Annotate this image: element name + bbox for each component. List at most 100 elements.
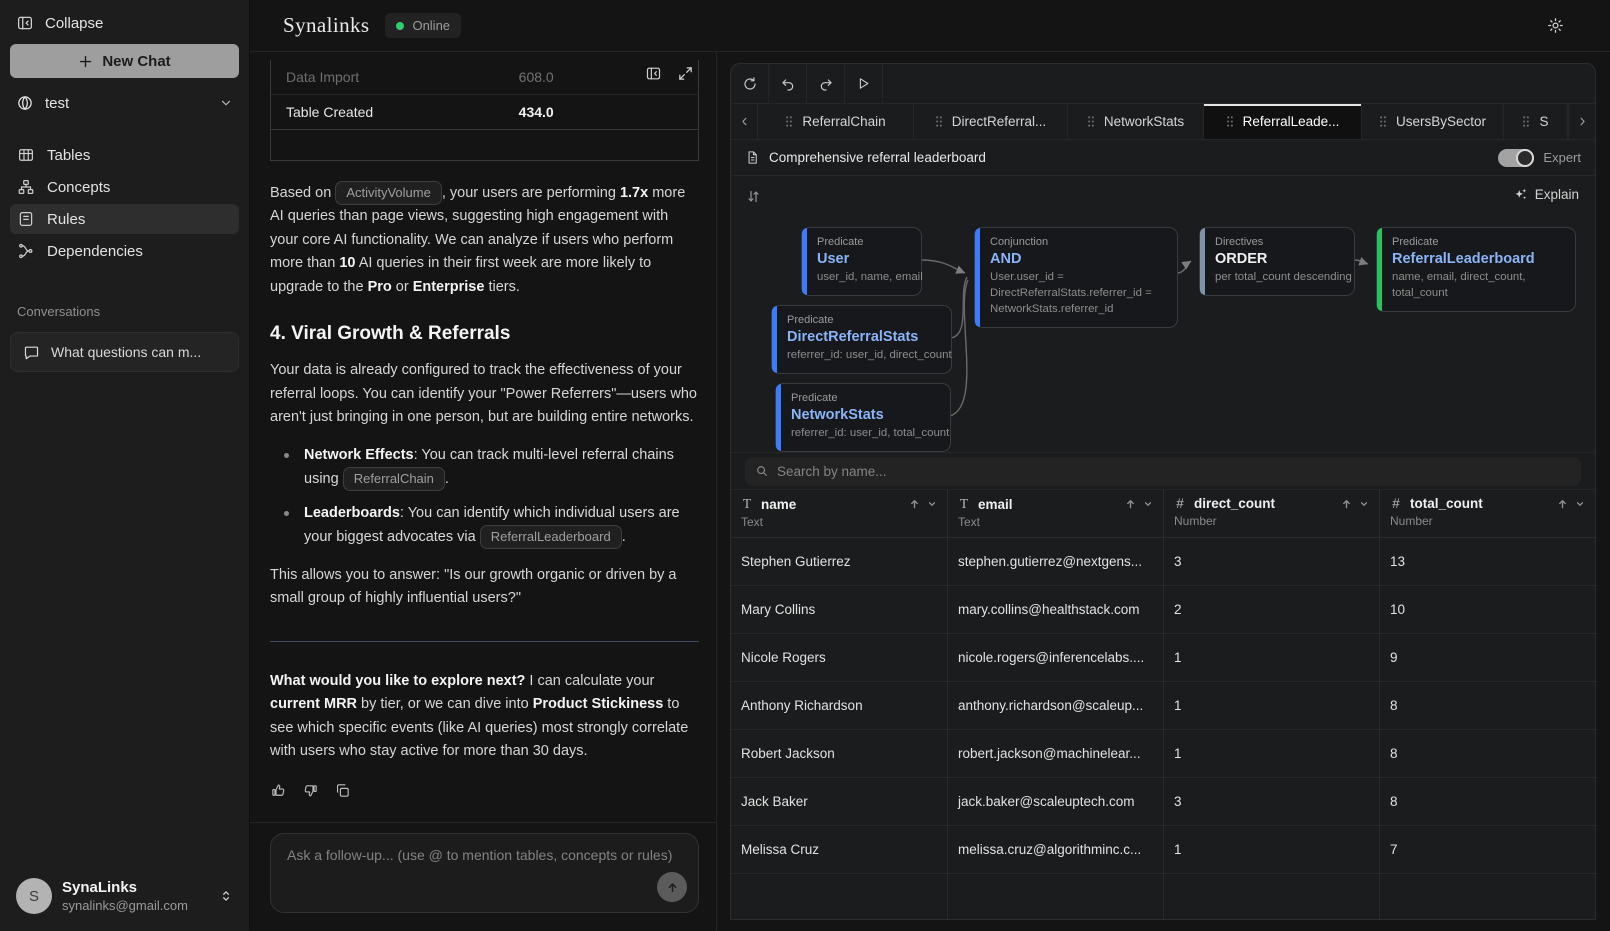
graph-node-referralleaderboard[interactable]: Predicate ReferralLeaderboard name, emai… (1376, 227, 1576, 312)
sidebar-item-concepts[interactable]: Concepts (10, 172, 239, 202)
table-search-row (731, 453, 1595, 490)
refresh-button[interactable] (731, 64, 769, 103)
brand-logo: Synalinks (283, 13, 369, 38)
theme-toggle-button[interactable] (1547, 17, 1564, 34)
tab-truncated[interactable]: S (1504, 104, 1568, 139)
tab-referralleaderboard[interactable]: ReferralLeade... (1204, 104, 1362, 139)
workspace-selector[interactable]: test (10, 88, 239, 118)
dependency-branch-icon (17, 242, 35, 260)
table-row[interactable]: Anthony Richardson anthony.richardson@sc… (731, 682, 1595, 730)
redo-button[interactable] (807, 64, 845, 103)
explain-button[interactable]: Explain (1513, 187, 1579, 202)
graph-node-order[interactable]: Directives ORDER per total_count descend… (1199, 227, 1355, 296)
up-down-chevrons-icon (219, 888, 233, 904)
tab-usersbysector[interactable]: UsersBySector (1362, 104, 1504, 139)
search-input[interactable] (777, 464, 1571, 479)
result-table: Data Import 608.0 Table Created 434.0 (270, 60, 699, 161)
node-accent (975, 228, 980, 327)
sort-asc-icon (909, 498, 920, 510)
rule-editor-card: ReferralChain DirectReferral... NetworkS… (730, 63, 1596, 920)
assistant-paragraph: What would you like to explore next? I c… (270, 670, 699, 764)
chevron-down-icon (219, 96, 233, 110)
referralleaderboard-chip[interactable]: ReferralLeaderboard (480, 525, 622, 549)
table-row[interactable]: Jack Baker jack.baker@scaleuptech.com 3 … (731, 778, 1595, 826)
knowledge-graph-icon (16, 94, 34, 112)
rule-graph-canvas: Explain Predicate User user_id, name, em… (731, 176, 1595, 453)
sort-controls[interactable] (1341, 498, 1369, 510)
table-row[interactable]: Melissa Cruz melissa.cruz@algorithminc.c… (731, 826, 1595, 874)
plus-icon (78, 54, 93, 69)
activityvolume-chip[interactable]: ActivityVolume (335, 181, 442, 205)
chat-message-area: Data Import 608.0 Table Created 434.0 Ba… (250, 52, 716, 822)
drag-handle-icon (1522, 115, 1530, 128)
column-header-name[interactable]: Tname Text (731, 490, 947, 537)
undo-button[interactable] (769, 64, 807, 103)
collapse-sidebar-button[interactable]: Collapse (10, 12, 239, 44)
app-window: Collapse New Chat test Tables Concepts (0, 0, 1610, 931)
play-icon (856, 76, 871, 91)
auto-layout-icon[interactable] (746, 189, 761, 204)
bullet-item: Network Effects: You can track multi-lev… (270, 444, 699, 492)
column-header-email[interactable]: Temail Text (947, 490, 1163, 537)
chevron-right-icon (1576, 115, 1589, 128)
drag-handle-icon (1087, 115, 1095, 128)
tabs-scroll-right-button[interactable] (1568, 104, 1595, 139)
search-box[interactable] (745, 457, 1581, 486)
node-accent (802, 228, 807, 295)
sort-controls[interactable] (909, 498, 937, 510)
thumbs-up-button[interactable] (270, 782, 287, 799)
sidebar: Collapse New Chat test Tables Concepts (0, 0, 250, 931)
tab-networkstats[interactable]: NetworkStats (1068, 104, 1204, 139)
sidebar-nav: Tables Concepts Rules Dependencies (10, 140, 239, 266)
copy-button[interactable] (334, 782, 351, 799)
sort-asc-icon (1125, 498, 1136, 510)
section-heading: 4. Viral Growth & Referrals (270, 323, 699, 345)
send-button[interactable] (657, 872, 687, 902)
follow-up-input[interactable] (271, 834, 698, 886)
table-row[interactable]: Robert Jackson robert.jackson@machinelea… (731, 730, 1595, 778)
sidebar-item-dependencies[interactable]: Dependencies (10, 236, 239, 266)
table-row[interactable]: Stephen Gutierrez stephen.gutierrez@next… (731, 538, 1595, 586)
run-button[interactable] (845, 64, 883, 103)
drag-handle-icon (935, 115, 943, 128)
collapse-panel-icon[interactable] (645, 65, 662, 82)
expand-icon[interactable] (677, 65, 694, 82)
result-row: Table Created 434.0 (271, 95, 698, 130)
message-divider (270, 641, 699, 642)
tabs-scroll-left-button[interactable] (731, 104, 758, 139)
chat-panel: Data Import 608.0 Table Created 434.0 Ba… (250, 52, 717, 931)
rule-editor-area: ReferralChain DirectReferral... NetworkS… (718, 52, 1610, 931)
column-header-direct-count[interactable]: #direct_count Number (1163, 490, 1379, 537)
assistant-paragraph: Based on ActivityVolume, your users are … (270, 181, 699, 299)
sort-controls[interactable] (1557, 498, 1585, 510)
conversation-item[interactable]: What questions can m... (10, 332, 239, 372)
referralchain-chip[interactable]: ReferralChain (343, 467, 445, 491)
table-row[interactable]: Mary Collins mary.collins@healthstack.co… (731, 586, 1595, 634)
sort-asc-icon (1341, 498, 1352, 510)
search-icon (755, 464, 769, 478)
table-header: Tname Text Temail Text #direct_count Num… (731, 490, 1595, 538)
tab-referralchain[interactable]: ReferralChain (758, 104, 914, 139)
column-header-total-count[interactable]: #total_count Number (1379, 490, 1595, 537)
table-icon (17, 146, 35, 164)
table-row[interactable]: Kimberly Zhang kimberly.zhang@tradingbot… (731, 874, 1595, 920)
table-row[interactable]: Nicole Rogers nicole.rogers@inferencelab… (731, 634, 1595, 682)
sidebar-item-rules[interactable]: Rules (10, 204, 239, 234)
sidebar-item-tables[interactable]: Tables (10, 140, 239, 170)
graph-node-networkstats[interactable]: Predicate NetworkStats referrer_id: user… (775, 383, 951, 452)
sort-desc-icon (1143, 499, 1153, 509)
new-chat-button[interactable]: New Chat (10, 44, 239, 78)
avatar: S (16, 878, 52, 914)
sort-controls[interactable] (1125, 498, 1153, 510)
thumbs-down-button[interactable] (302, 782, 319, 799)
graph-node-and[interactable]: Conjunction AND User.user_id = DirectRef… (974, 227, 1178, 328)
user-menu[interactable]: S SynaLinks synalinks@gmail.com (0, 861, 249, 931)
document-icon (745, 150, 760, 165)
expert-toggle[interactable] (1498, 149, 1534, 167)
graph-node-user[interactable]: Predicate User user_id, name, email (801, 227, 922, 296)
text-type-icon: T (958, 496, 970, 512)
tab-directreferral[interactable]: DirectReferral... (914, 104, 1068, 139)
graph-node-directreferralstats[interactable]: Predicate DirectReferralStats referrer_i… (771, 305, 952, 374)
message-actions (270, 782, 699, 799)
top-bar: Synalinks Online (250, 0, 1610, 52)
